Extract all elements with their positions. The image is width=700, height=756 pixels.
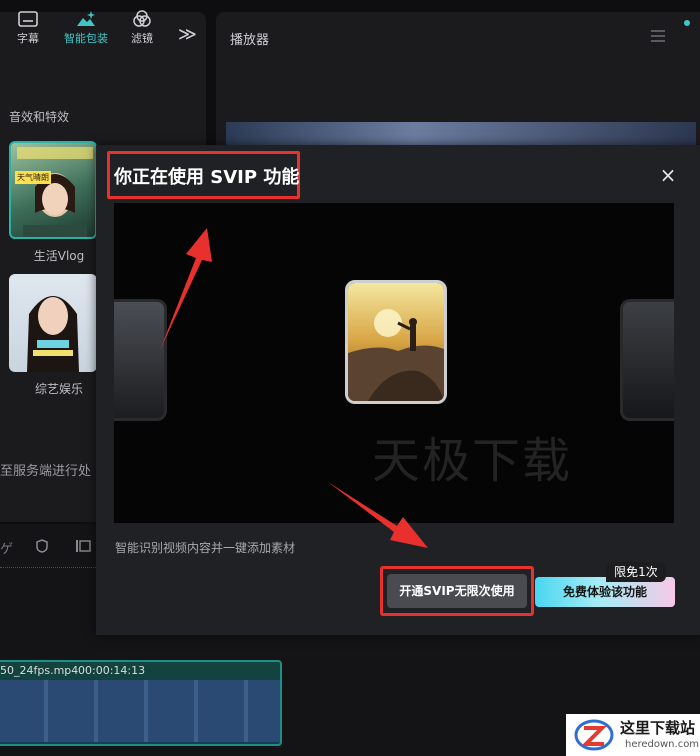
annotation-arrows xyxy=(160,228,428,548)
site-logo-mark xyxy=(574,719,614,751)
site-logo-url: heredown.com xyxy=(625,739,700,750)
site-logo-title: 这里下载站 xyxy=(620,719,696,737)
arrow-to-title xyxy=(160,228,212,350)
arrow-to-vip-button xyxy=(328,482,428,548)
